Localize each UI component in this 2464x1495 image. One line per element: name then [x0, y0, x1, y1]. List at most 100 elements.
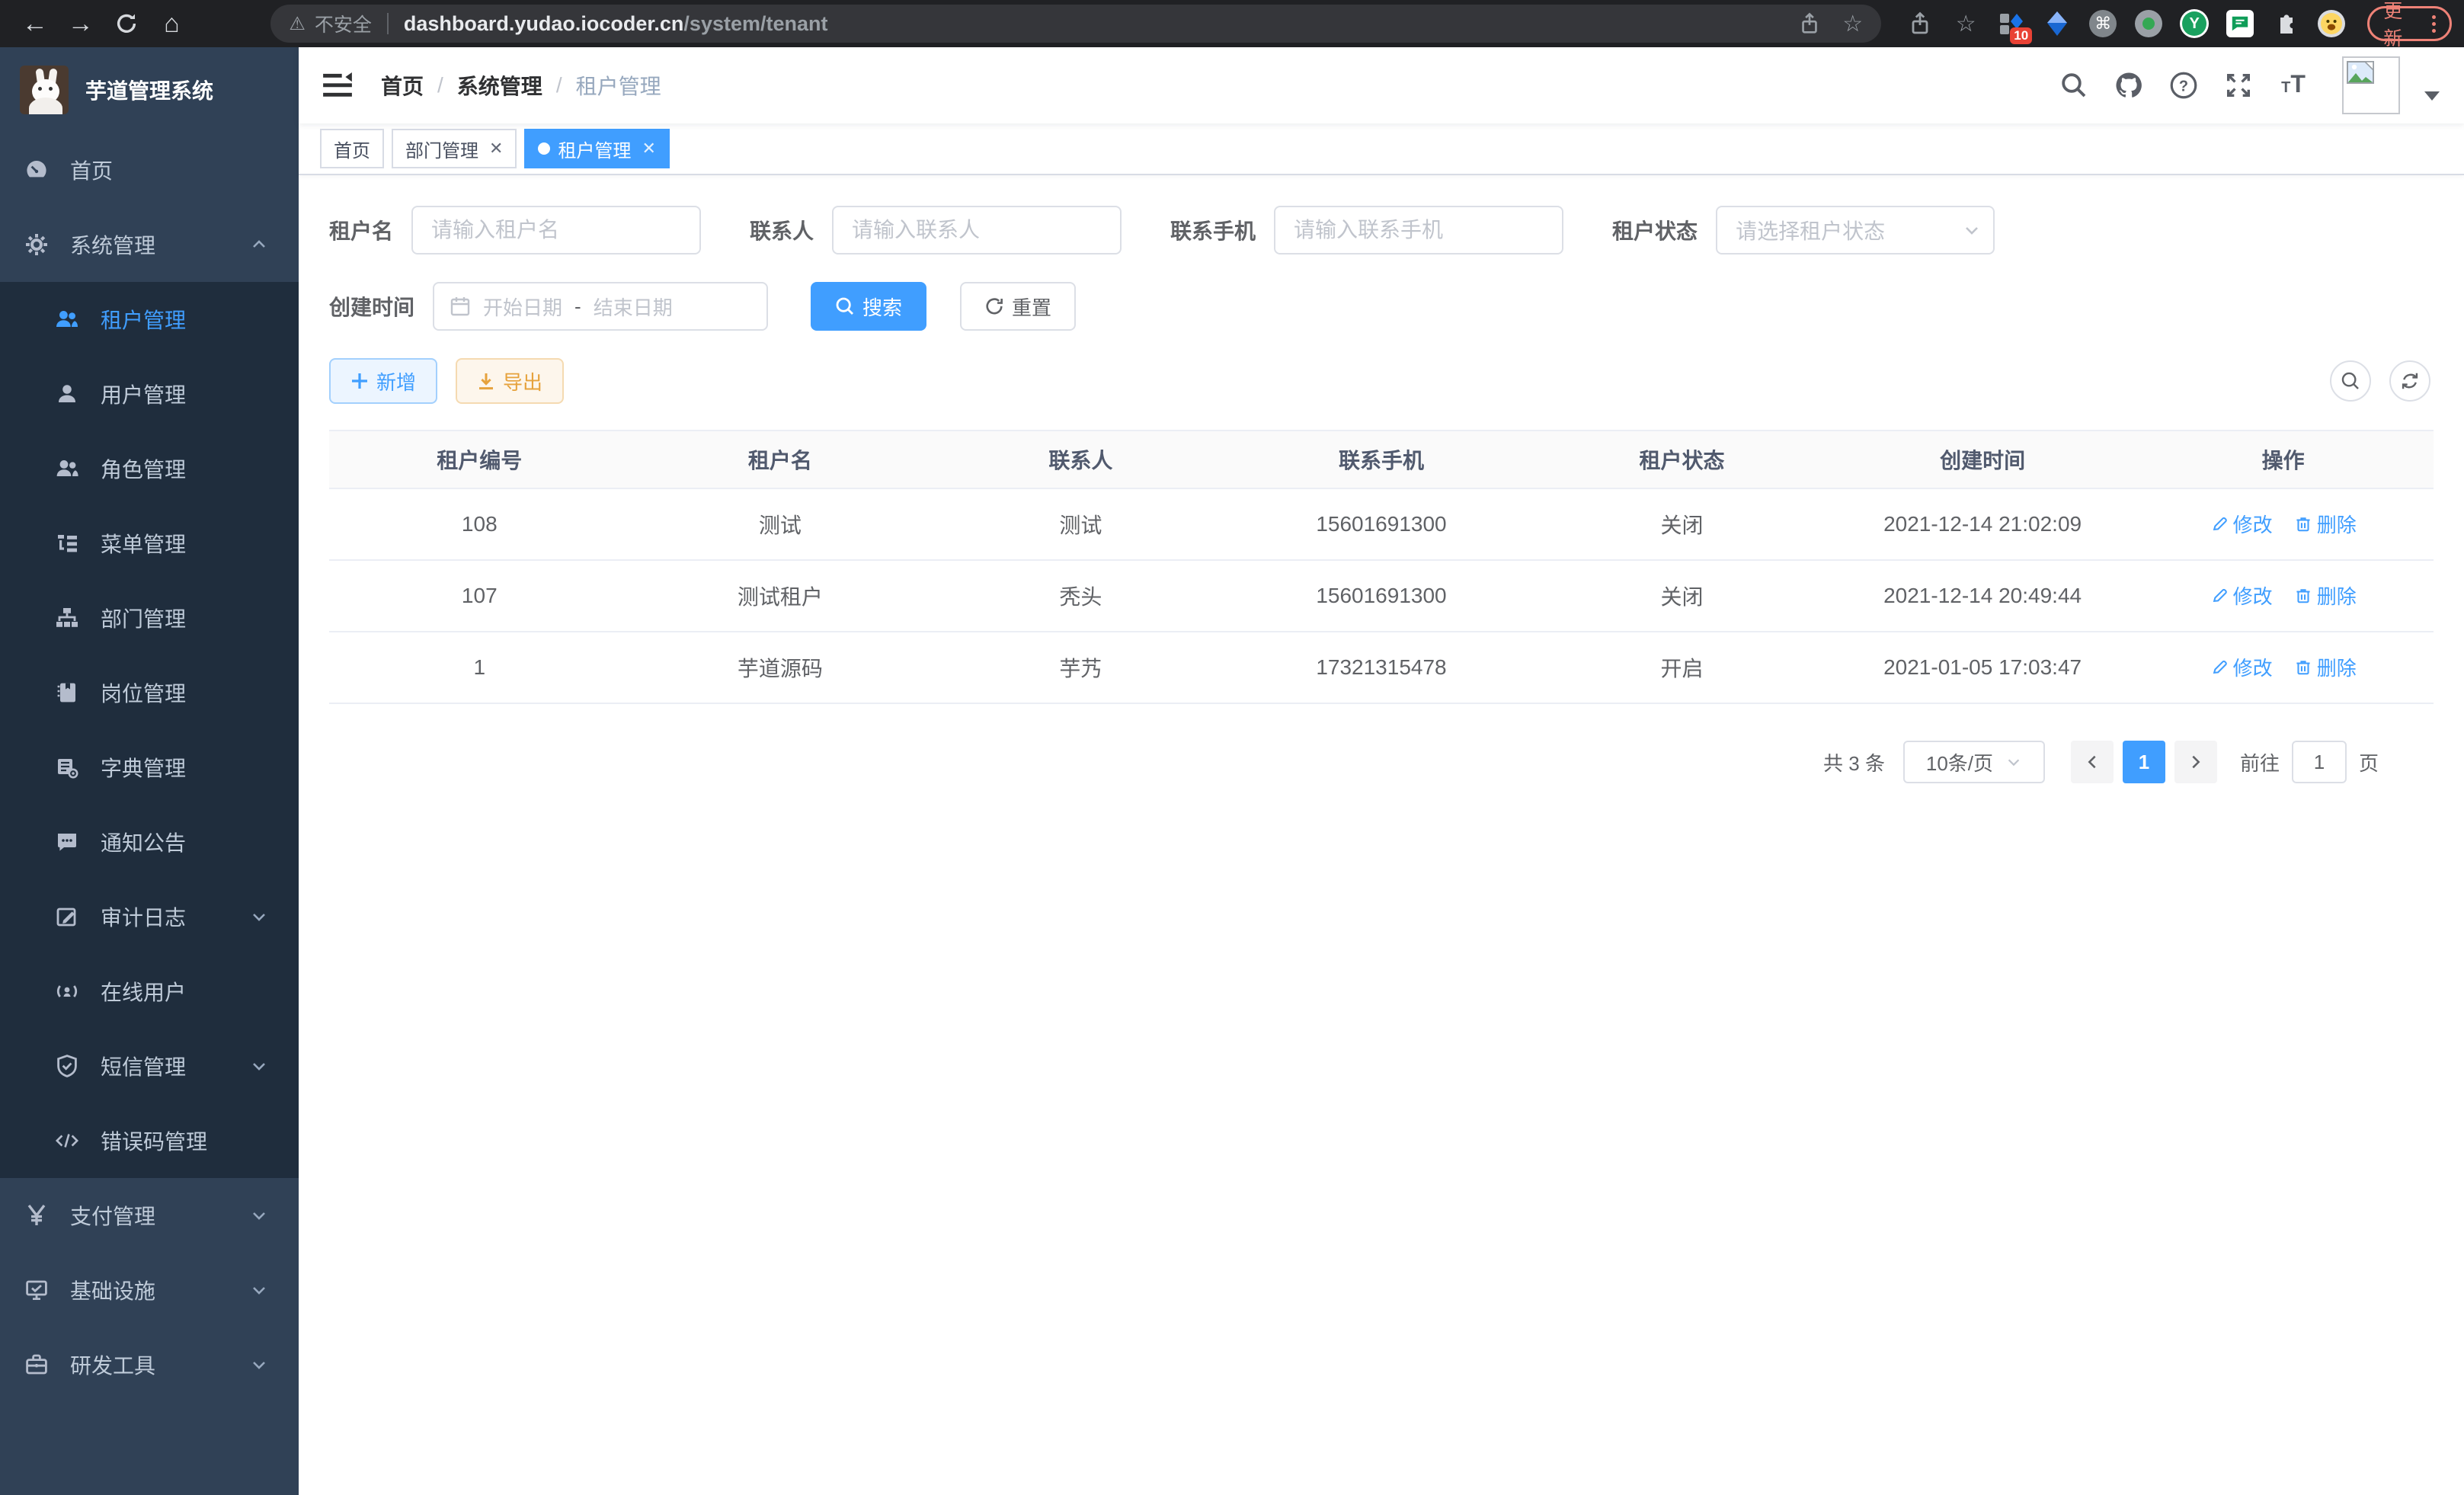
- refresh-icon: [984, 296, 1004, 316]
- toggle-search-icon-button[interactable]: [2330, 360, 2371, 402]
- prev-page-button[interactable]: [2071, 741, 2114, 783]
- tab-1[interactable]: 部门管理✕: [392, 129, 517, 168]
- tab-2[interactable]: 租户管理✕: [524, 129, 669, 168]
- sidebar-item-14[interactable]: 支付管理: [0, 1178, 299, 1253]
- sidebar-item-1[interactable]: 系统管理: [0, 207, 299, 282]
- sidebar-item-4[interactable]: 角色管理: [0, 431, 299, 506]
- create-time-range-picker[interactable]: 开始日期 - 结束日期: [433, 282, 768, 331]
- cell-status: 关闭: [1531, 560, 1832, 632]
- tab-close-icon[interactable]: ✕: [642, 139, 655, 158]
- edit-link[interactable]: 修改: [2210, 653, 2273, 681]
- phone-input[interactable]: [1274, 206, 1563, 255]
- bookmark-star-icon[interactable]: ☆: [1842, 11, 1863, 37]
- sidebar-item-15[interactable]: 基础设施: [0, 1253, 299, 1327]
- sidebar-item-2[interactable]: 租户管理: [0, 282, 299, 357]
- sidebar-item-5[interactable]: 菜单管理: [0, 506, 299, 581]
- fullscreen-icon[interactable]: [2223, 70, 2254, 101]
- sidebar-item-11[interactable]: 在线用户: [0, 954, 299, 1029]
- sidebar-item-12[interactable]: 短信管理: [0, 1029, 299, 1103]
- forward-icon[interactable]: →: [58, 2, 104, 45]
- app-logo[interactable]: 芋道管理系统: [0, 47, 299, 133]
- next-page-button[interactable]: [2174, 741, 2217, 783]
- github-icon[interactable]: [2114, 70, 2144, 101]
- browser-menu-icon[interactable]: [2432, 15, 2436, 33]
- filter-row-1: 租户名 联系人 联系手机 租户状态 请选择租户状态: [329, 206, 2434, 255]
- page-size-select[interactable]: 10条/页: [1903, 741, 2045, 783]
- pay-yen-icon: [24, 1203, 49, 1228]
- goto-page-input[interactable]: [2292, 741, 2347, 783]
- font-size-icon[interactable]: TT: [2278, 70, 2309, 101]
- sidebar-item-9[interactable]: 通知公告: [0, 805, 299, 879]
- tags-view-bar: 首页部门管理✕租户管理✕: [299, 123, 2464, 175]
- breadcrumb-home[interactable]: 首页: [381, 70, 424, 101]
- add-button[interactable]: 新增: [329, 358, 437, 404]
- delete-link[interactable]: 删除: [2294, 653, 2357, 681]
- tab-close-icon[interactable]: ✕: [489, 139, 503, 158]
- share-icon[interactable]: [1798, 12, 1821, 35]
- column-header-2: 联系人: [930, 431, 1231, 488]
- home-icon[interactable]: ⌂: [149, 2, 194, 45]
- logo-rabbit-image: [20, 66, 69, 114]
- delete-link[interactable]: 删除: [2294, 581, 2357, 610]
- column-header-0: 租户编号: [329, 431, 630, 488]
- puzzle-extensions-icon[interactable]: [2271, 9, 2300, 38]
- sidebar-item-3[interactable]: 用户管理: [0, 357, 299, 431]
- status-select[interactable]: 请选择租户状态: [1716, 206, 1995, 255]
- browser-update-button[interactable]: 更新: [2367, 6, 2452, 41]
- table-row: 107测试租户秃头15601691300关闭2021-12-14 20:49:4…: [329, 560, 2434, 632]
- sidebar-item-7[interactable]: 岗位管理: [0, 655, 299, 730]
- sidebar-item-0[interactable]: 首页: [0, 133, 299, 207]
- address-bar[interactable]: ⚠ 不安全 dashboard.yudao.iocoder.cn/system/…: [270, 5, 1881, 43]
- sidebar-item-label: 系统管理: [70, 229, 155, 260]
- y-logo-icon[interactable]: Y: [2180, 9, 2209, 38]
- delete-link[interactable]: 删除: [2294, 510, 2357, 538]
- cell-operations: 修改删除: [2133, 560, 2434, 632]
- cell-status: 开启: [1531, 632, 1832, 703]
- tab-0[interactable]: 首页: [320, 129, 384, 168]
- share-icon[interactable]: [1906, 9, 1934, 38]
- edit-link[interactable]: 修改: [2210, 581, 2273, 610]
- chevron-down-icon: [250, 908, 268, 926]
- extension-badge: 10: [2010, 27, 2032, 44]
- chevron-down-icon: [250, 1281, 268, 1299]
- user-avatar-broken-image[interactable]: [2342, 56, 2400, 114]
- sidebar-item-16[interactable]: 研发工具: [0, 1327, 299, 1402]
- avatar-dropdown-caret-icon[interactable]: [2424, 91, 2440, 101]
- sidebar-item-10[interactable]: 审计日志: [0, 879, 299, 954]
- contact-input[interactable]: [832, 206, 1122, 255]
- sidebar-toggle-icon[interactable]: [323, 70, 354, 101]
- page-number-button[interactable]: 1: [2123, 741, 2165, 783]
- edit-link[interactable]: 修改: [2210, 510, 2273, 538]
- chat-logo-icon[interactable]: [2226, 9, 2254, 38]
- header-search-icon[interactable]: [2059, 70, 2089, 101]
- download-icon: [477, 372, 495, 390]
- sidebar-item-label: 字典管理: [101, 752, 186, 783]
- bookmark-star-icon[interactable]: ☆: [1951, 9, 1980, 38]
- search-button[interactable]: 搜索: [811, 282, 926, 331]
- tenant-name-input[interactable]: [411, 206, 701, 255]
- breadcrumb-system[interactable]: 系统管理: [457, 70, 542, 101]
- cell-phone: 15601691300: [1231, 560, 1532, 632]
- page-unit-label: 页: [2359, 748, 2379, 776]
- command-icon[interactable]: ⌘: [2088, 9, 2117, 38]
- refresh-table-icon-button[interactable]: [2389, 360, 2430, 402]
- tenant-name-label: 租户名: [329, 215, 393, 245]
- sidebar-item-label: 支付管理: [70, 1200, 155, 1231]
- sidebar-item-label: 短信管理: [101, 1051, 186, 1081]
- gear-icon: [24, 232, 49, 257]
- emoji-avatar-icon[interactable]: [2317, 9, 2346, 38]
- breadcrumb: 首页 / 系统管理 / 租户管理: [381, 70, 661, 101]
- kite-icon[interactable]: [2043, 9, 2072, 38]
- back-icon[interactable]: ←: [12, 2, 58, 45]
- date-end-placeholder: 结束日期: [594, 293, 673, 321]
- reload-icon[interactable]: [104, 2, 149, 45]
- sidebar-item-6[interactable]: 部门管理: [0, 581, 299, 655]
- help-icon[interactable]: ?: [2168, 70, 2199, 101]
- sidebar-item-label: 角色管理: [101, 453, 186, 484]
- sidebar-item-13[interactable]: 错误码管理: [0, 1103, 299, 1178]
- extension-blue-diamond-icon[interactable]: 10: [1997, 9, 2026, 38]
- status-dot-icon[interactable]: [2134, 9, 2163, 38]
- sidebar-item-8[interactable]: 字典管理: [0, 730, 299, 805]
- export-button[interactable]: 导出: [456, 358, 564, 404]
- reset-button[interactable]: 重置: [960, 282, 1076, 331]
